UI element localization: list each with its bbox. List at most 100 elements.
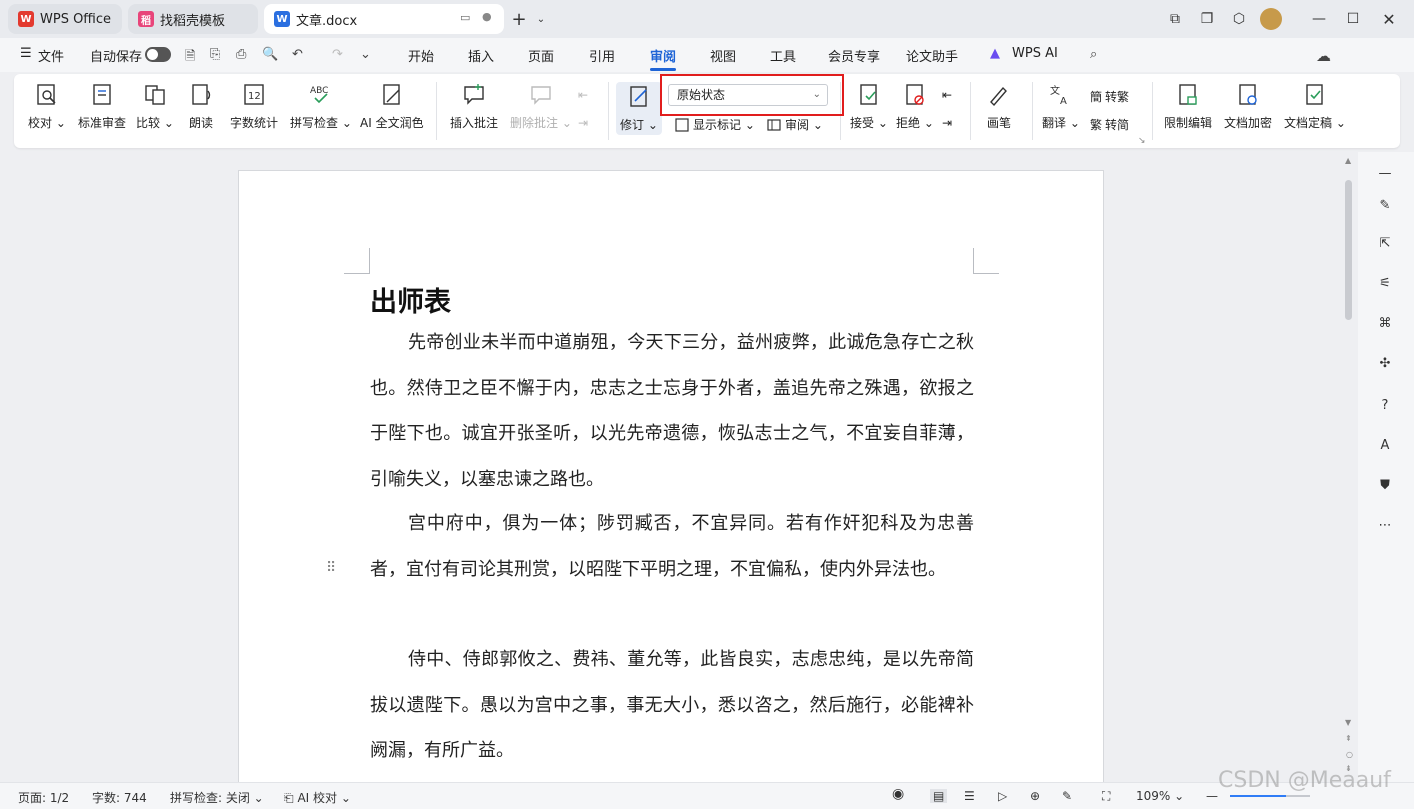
cloud-upload-icon[interactable]: ☁ [1316,47,1332,65]
scroll-down-icon[interactable]: ▼ [1345,718,1351,727]
print-icon[interactable]: ⎙ [236,47,252,63]
compare-button[interactable]: 比较 ⌄ [136,82,174,131]
menu-file[interactable]: 文件 [38,46,64,65]
hamburger-icon[interactable]: ☰ [20,46,32,61]
redo-icon[interactable]: ↷ [332,47,348,63]
page-view-icon[interactable]: ▤ [930,789,948,803]
tab-wps-office[interactable]: W WPS Office [8,4,122,34]
to-traditional-label: 转繁 [1105,90,1130,104]
play-icon[interactable]: ▷ [998,789,1007,803]
paragraph[interactable]: 宫中府中，俱为一体；陟罚臧否，不宜异同。若有作奸犯科及为忠善者，宜付有司论其刑赏… [370,501,974,592]
prev-page-icon[interactable]: ⇞ [1345,734,1352,743]
zoom-level[interactable]: 109% ⌄ [1136,789,1184,803]
tab-template[interactable]: 稻 找稻壳模板 [128,4,258,34]
menu-view[interactable]: 视图 [710,46,736,65]
translate-button[interactable]: 文A 翻译 ⌄ [1042,82,1080,131]
fit-page-icon[interactable]: ⛶ [1102,789,1110,804]
show-markup-button[interactable]: 显示标记 ⌄ [674,116,755,133]
close-icon[interactable]: ✕ [1378,8,1400,30]
more-icon[interactable]: ⋯ [1374,514,1396,536]
collapse-icon[interactable]: — [1374,162,1396,184]
print-preview-icon[interactable]: 🔍 [262,47,278,63]
ai-check-status[interactable]: ⎗ AI 校对 ⌄ [284,789,351,806]
spell-check-status[interactable]: 拼写检查: 关闭 ⌄ [170,789,264,806]
to-traditional-button[interactable]: 簡转繁 [1090,88,1129,105]
menu-review[interactable]: 审阅 [650,46,676,65]
menu-home[interactable]: 开始 [408,46,434,65]
spell-check-button[interactable]: ABC 拼写检查 ⌄ [290,82,352,131]
web-view-icon[interactable]: ⊕ [1030,789,1040,803]
image-edit-icon[interactable]: ⌘ [1374,312,1396,334]
tab-document[interactable]: W 文章.docx ▭ ● [264,4,504,34]
save-icon[interactable]: 🗎 [185,47,201,64]
document-title[interactable]: 出师表 [370,280,451,319]
next-change-icon[interactable]: ⇥ [942,116,952,130]
avatar[interactable] [1260,8,1282,30]
insert-comment-button[interactable]: 插入批注 [450,82,498,131]
delete-comment-button[interactable]: 删除批注 ⌄ [510,82,572,131]
translate-side-icon[interactable]: A [1374,434,1396,456]
paragraph[interactable]: 侍中、侍郎郭攸之、费祎、董允等，此皆良实，志虑忠纯，是以先帝简拔以遗陛下。愚以为… [370,637,974,774]
autosave-toggle[interactable] [145,47,171,62]
menu-reference[interactable]: 引用 [589,46,615,65]
help-icon[interactable]: ? [1374,394,1396,416]
encrypt-button[interactable]: 文档加密 [1224,82,1272,131]
copy-window-icon[interactable]: ❐ [1196,8,1218,30]
scrollbar-thumb[interactable] [1345,180,1352,320]
accept-button[interactable]: 接受 ⌄ [850,82,888,131]
chevron-down-icon[interactable]: ⌄ [360,47,376,63]
menu-page[interactable]: 页面 [528,46,554,65]
eye-icon[interactable]: ◉ [892,786,904,802]
restrict-edit-button[interactable]: 限制编辑 [1164,82,1212,131]
select-arrow-icon[interactable]: ⇱ [1374,232,1396,254]
window-icon[interactable]: ▭ [460,11,470,24]
new-tab-icon[interactable]: + [508,8,530,30]
export-icon[interactable]: ⎘ [210,47,226,63]
to-simplified-button[interactable]: 繁转简 [1090,116,1129,133]
encrypt-icon [1239,84,1257,105]
zoom-slider[interactable] [1230,795,1310,797]
vertical-scrollbar[interactable]: ▲ ▼ ⇞ ○ ⇟ [1342,152,1356,782]
cube-icon[interactable]: ⬡ [1228,8,1250,30]
minimize-icon[interactable]: — [1308,8,1330,30]
revise-button[interactable]: 修订 ⌄ [616,82,662,135]
paragraph[interactable]: 先帝创业未半而中道崩殂，今天下三分，益州疲弊，此诚危急存亡之秋也。然侍卫之臣不懈… [370,320,974,502]
prev-comment-icon[interactable]: ⇤ [578,88,588,102]
tools-icon[interactable]: ✣ [1374,352,1396,374]
edit-pen-icon[interactable]: ✎ [1374,194,1396,216]
word-count-button[interactable]: 12 字数统计 [230,82,278,131]
unsaved-dot-icon[interactable]: ● [482,10,492,23]
outline-view-icon[interactable]: ☰ [964,789,975,803]
shirt-icon[interactable]: ⛊ [1374,474,1396,496]
maximize-icon[interactable]: ☐ [1342,8,1364,30]
next-comment-icon[interactable]: ⇥ [578,116,588,130]
reject-button[interactable]: 拒绝 ⌄ [896,82,934,131]
wps-ai-logo-icon[interactable]: ▲ [990,46,1000,61]
search-icon[interactable]: ⌕ [1090,47,1106,63]
undo-icon[interactable]: ↶ [292,47,308,63]
read-aloud-button[interactable]: 朗读 [188,82,214,131]
menu-tools[interactable]: 工具 [770,46,796,65]
zoom-out-icon[interactable]: — [1206,789,1218,803]
pen-button[interactable]: 画笔 [986,82,1012,131]
group-launcher-icon[interactable]: ↘ [1138,136,1146,146]
select-browse-icon[interactable]: ○ [1346,750,1353,759]
screen-record-icon[interactable]: ⧉ [1164,8,1186,30]
settings-sliders-icon[interactable]: ⚟ [1374,272,1396,294]
menu-wps-ai[interactable]: WPS AI [1012,46,1058,61]
drag-handle-icon[interactable]: ⠿ [326,560,336,576]
standard-review-button[interactable]: 标准审查 [78,82,126,131]
prev-change-icon[interactable]: ⇤ [942,88,952,102]
word-count-indicator[interactable]: 字数: 744 [92,789,147,806]
pen-mode-icon[interactable]: ✎ [1062,789,1072,803]
proofread-button[interactable]: 校对 ⌄ [28,82,66,131]
review-pane-button[interactable]: 审阅 ⌄ [766,116,823,133]
menu-insert[interactable]: 插入 [468,46,494,65]
ai-polish-button[interactable]: AI 全文润色 [360,82,424,131]
menu-thesis[interactable]: 论文助手 [906,46,958,65]
scroll-up-icon[interactable]: ▲ [1345,156,1351,165]
menu-member[interactable]: 会员专享 [828,46,880,65]
page-indicator[interactable]: 页面: 1/2 [18,789,69,806]
chevron-down-icon[interactable]: ⌄ [530,8,552,30]
finalize-button[interactable]: 文档定稿 ⌄ [1284,82,1346,131]
